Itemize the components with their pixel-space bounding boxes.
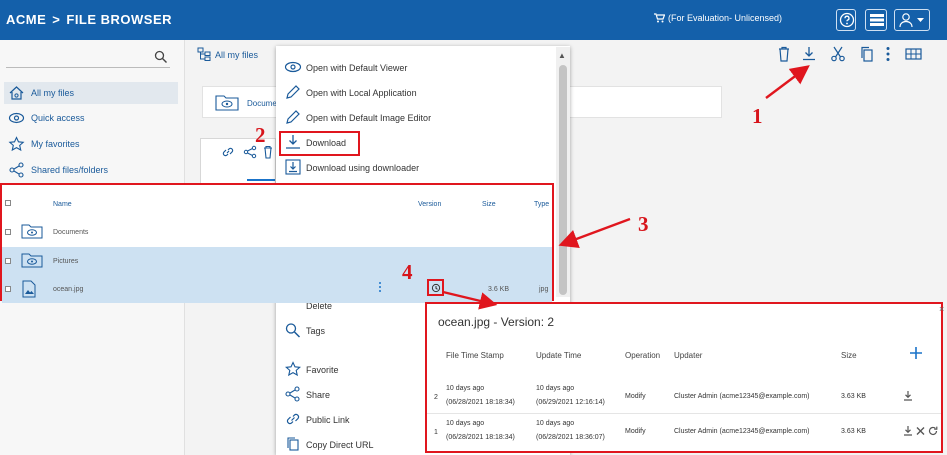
annotation-number-4: 4 bbox=[402, 260, 413, 284]
arrow-to-version-panel bbox=[442, 290, 498, 310]
annotation-arrows bbox=[442, 65, 810, 310]
arrow-to-download bbox=[765, 65, 810, 99]
annotation-number-3: 3 bbox=[638, 212, 649, 236]
annotation-number-1: 1 bbox=[752, 104, 763, 128]
annotation-number-2: 2 bbox=[255, 123, 266, 147]
arrow-to-file-list bbox=[558, 217, 631, 248]
